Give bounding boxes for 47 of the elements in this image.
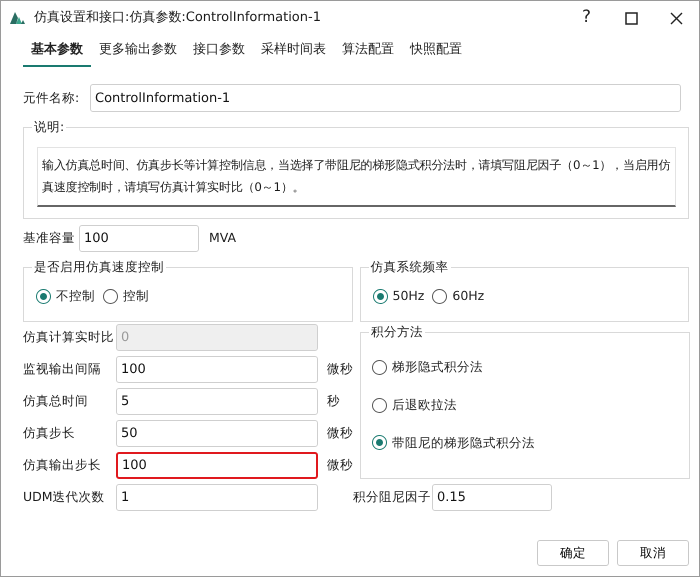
- radio-option[interactable]: 50Hz: [372, 287, 424, 306]
- group-title: 说明:: [32, 119, 66, 135]
- group-title: 仿真系统频率: [368, 259, 450, 275]
- group-title: 是否启用仿真速度控制: [32, 259, 166, 275]
- description-text: 输入仿真总时间、仿真步长等计算控制信息，当选择了带阻尼的梯形隐式积分法时，请填写阻尼因子（0～1），当启用仿真速度控制时，请填写仿真计算实时比（0～1）。: [37, 147, 676, 207]
- field-label: 仿真总时间: [23, 392, 89, 410]
- input-field[interactable]: 50: [116, 420, 318, 446]
- unit-label: 微秒: [327, 424, 353, 442]
- damping-field[interactable]: 0.15: [432, 484, 552, 510]
- field-label: 仿真输出步长: [23, 456, 102, 474]
- radio-option[interactable]: 60Hz: [432, 287, 484, 306]
- input-field[interactable]: 5: [116, 388, 318, 414]
- field-label: 基准容量: [23, 229, 76, 248]
- help-button[interactable]: ?: [564, 1, 609, 35]
- cancel-button[interactable]: 取消: [617, 540, 689, 566]
- window-title: 仿真设置和接口:仿真参数:ControlInformation-1: [34, 9, 321, 28]
- app-logo-icon: [10, 12, 25, 24]
- name-field[interactable]: ControlInformation-1: [90, 84, 681, 112]
- input-field[interactable]: 100: [116, 356, 318, 382]
- radio-option[interactable]: 带阻尼的梯形隐式积分法: [372, 434, 689, 452]
- unit-label: 秒: [327, 392, 340, 410]
- unit-label: 微秒: [327, 360, 353, 378]
- group-title: 积分方法: [369, 324, 425, 340]
- ok-button[interactable]: 确定: [537, 540, 609, 566]
- field-label: 元件名称:: [23, 88, 80, 107]
- radio-option[interactable]: 控制: [103, 287, 149, 306]
- field-label: 监视输出间隔: [23, 360, 102, 378]
- field-label: 积分阻尼因子: [353, 488, 432, 506]
- field-label: 仿真计算实时比: [23, 328, 115, 346]
- tab[interactable]: 算法配置: [334, 35, 402, 67]
- radio-option[interactable]: 梯形隐式积分法: [372, 358, 689, 377]
- unit-label: 微秒: [327, 456, 353, 474]
- capacity-field[interactable]: 100: [79, 225, 199, 252]
- tab[interactable]: 基本参数: [23, 35, 91, 67]
- tab[interactable]: 快照配置: [402, 35, 470, 67]
- radio-option[interactable]: 不控制: [36, 287, 95, 306]
- maximize-icon: [625, 12, 638, 24]
- radio-option[interactable]: 后退欧拉法: [372, 396, 689, 414]
- close-icon: [670, 12, 683, 24]
- tab[interactable]: 采样时间表: [253, 35, 334, 67]
- field-label: UDM迭代次数: [23, 488, 106, 506]
- field-label: 仿真步长: [23, 424, 76, 442]
- tab[interactable]: 接口参数: [185, 35, 253, 67]
- input-field[interactable]: 100: [116, 452, 318, 478]
- input-field[interactable]: 1: [116, 484, 318, 510]
- tab[interactable]: 更多输出参数: [91, 35, 185, 67]
- unit-label: MVA: [209, 229, 236, 248]
